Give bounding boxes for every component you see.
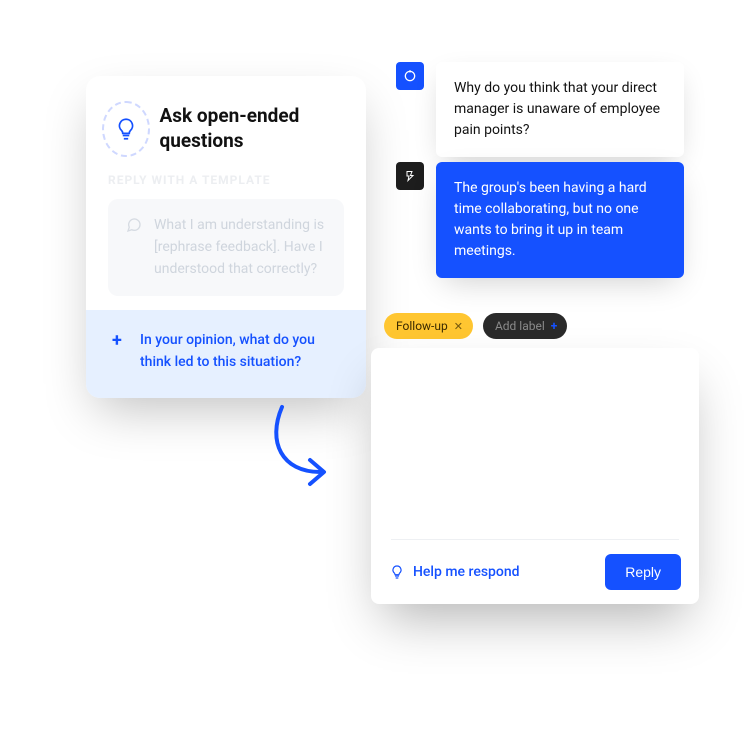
help-label: Help me respond [413, 564, 520, 580]
chip-label: Add label [495, 319, 545, 333]
employee-message: The group's been having a hard time coll… [436, 162, 684, 278]
template-option[interactable]: What I am understanding is [rephrase fee… [108, 199, 344, 296]
manager-message: Why do you think that your direct manage… [436, 62, 684, 157]
manager-avatar [396, 62, 424, 90]
card-title: Ask open-ended questions [160, 104, 344, 153]
template-text: In your opinion, what do you think led t… [140, 330, 326, 373]
template-option-selected[interactable]: + In your opinion, what do you think led… [86, 310, 366, 397]
template-text: What I am understanding is [rephrase fee… [154, 215, 326, 280]
reply-textarea[interactable] [371, 348, 699, 539]
close-icon[interactable]: ✕ [454, 320, 463, 333]
section-label: REPLY WITH A TEMPLATE [108, 173, 344, 187]
employee-avatar [396, 162, 424, 190]
chip-followup[interactable]: Follow-up ✕ [384, 313, 473, 339]
chat-icon [126, 217, 142, 280]
label-chips: Follow-up ✕ Add label + [384, 313, 567, 339]
reply-composer: Help me respond Reply [371, 348, 699, 604]
card-header: Ask open-ended questions [108, 104, 344, 153]
reply-button[interactable]: Reply [605, 554, 681, 590]
reply-footer: Help me respond Reply [371, 540, 699, 604]
help-me-respond-button[interactable]: Help me respond [389, 564, 520, 580]
lightbulb-icon [108, 107, 144, 151]
suggestion-card: Ask open-ended questions REPLY WITH A TE… [86, 76, 366, 398]
arrow-icon [252, 402, 352, 502]
chip-label: Follow-up [396, 319, 448, 333]
lightbulb-icon [389, 564, 405, 580]
plus-icon: + [112, 332, 128, 373]
chip-add-label[interactable]: Add label + [483, 313, 567, 339]
plus-icon: + [551, 319, 558, 333]
